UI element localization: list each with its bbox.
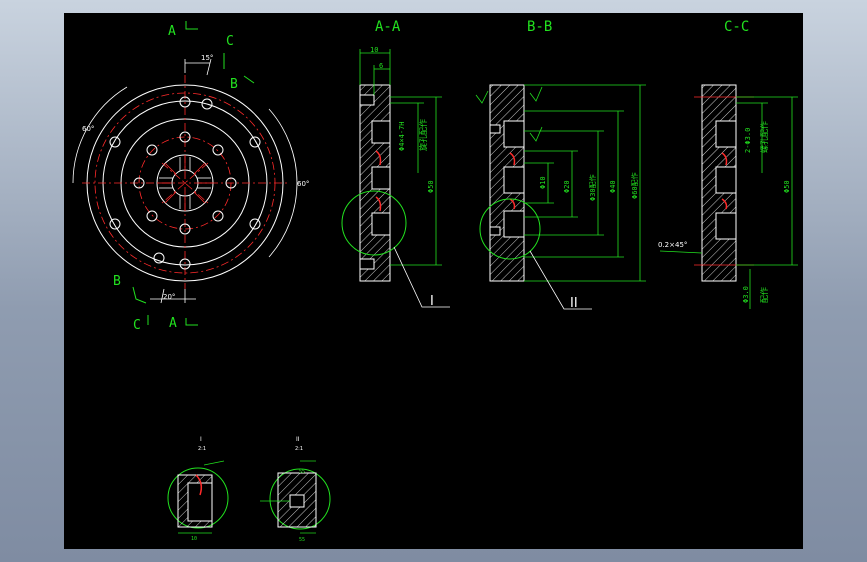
bb-dim-20: Φ20 — [563, 180, 571, 193]
section-aa-title: A-A — [375, 19, 401, 35]
section-aa: A-A 10 6 Φ50 Φ4×4-7H 旋孔配作 I — [341, 19, 450, 309]
section-mark-c-bottom: C — [133, 318, 141, 333]
aa-dim-width: 10 — [370, 46, 378, 54]
aa-note: Φ4×4-7H — [398, 121, 406, 151]
bb-detail-label: II — [570, 296, 578, 311]
aa-dim-depth: 6 — [379, 62, 383, 70]
section-mark-a-top: A — [168, 24, 176, 39]
section-mark-c-top: C — [226, 34, 234, 49]
section-bb: B-B Φ10 Φ20 Φ30配作 Φ40 Φ60配作 II — [475, 19, 646, 311]
section-mark-b-top: B — [230, 77, 238, 92]
detail-one-label: I — [200, 436, 202, 443]
section-cc-title: C-C — [724, 19, 749, 35]
cc-chamfer: 0.2×45° — [658, 241, 687, 249]
section-bb-title: B-B — [527, 19, 552, 35]
angle-label-bottom: 20° — [163, 293, 175, 301]
bb-dim-30: Φ30配作 — [588, 174, 597, 201]
detail-one: I 2:1 10 — [167, 436, 229, 542]
section-mark-a-bottom: A — [169, 316, 177, 331]
bb-dim-40: Φ40 — [609, 180, 617, 193]
cc-dim-top: 2-Φ3.0 — [744, 128, 752, 153]
cc-note: 螺孔配作 — [759, 121, 769, 153]
detail-two-dim-top: 55 — [299, 469, 305, 475]
bb-dim-10: Φ10 — [539, 176, 547, 189]
bb-detail-leader — [529, 250, 592, 310]
detail-one-dim: 10 — [191, 536, 197, 542]
detail-one-cavity — [187, 482, 213, 522]
detail-two-dim-bottom: 55 — [299, 537, 305, 543]
angle-label-left: 60° — [82, 125, 94, 133]
cad-drawing: A C B B C A 15° 60° 60° 20° A-A 10 6 Φ50… — [72, 19, 798, 543]
aa-detail-label: I — [430, 294, 434, 309]
aa-dim-dia: Φ50 — [427, 180, 435, 193]
detail-two-label: II — [296, 436, 300, 443]
aa-note-2: 旋孔配作 — [418, 119, 428, 151]
section-cc: C-C 2-Φ3.0 螺孔配作 Φ50 0.2×45° Φ3.0 配作 — [658, 19, 798, 309]
angle-label-right: 60° — [297, 180, 309, 188]
bb-dim-60: Φ60配作 — [630, 172, 639, 199]
cc-dim-dia: Φ50 — [783, 180, 791, 193]
cc-grooves — [715, 120, 737, 240]
aa-detail-leader — [393, 246, 450, 308]
cc-note-bottom: 配作 — [759, 287, 769, 303]
detail-two-scale: 2:1 — [295, 446, 303, 452]
section-mark-b-bottom: B — [113, 274, 121, 289]
detail-two-hole — [289, 494, 305, 508]
cc-dim-bottom: Φ3.0 — [742, 286, 750, 303]
drawing-viewport[interactable]: A C B B C A 15° 60° 60° 20° A-A 10 6 Φ50… — [64, 13, 803, 549]
plan-view: A C B B C A 15° 60° 60° 20° — [72, 21, 309, 333]
detail-two: II 2:1 55 55 — [260, 436, 331, 543]
detail-one-scale: 2:1 — [198, 446, 206, 452]
angle-label-top: 15° — [201, 54, 213, 62]
